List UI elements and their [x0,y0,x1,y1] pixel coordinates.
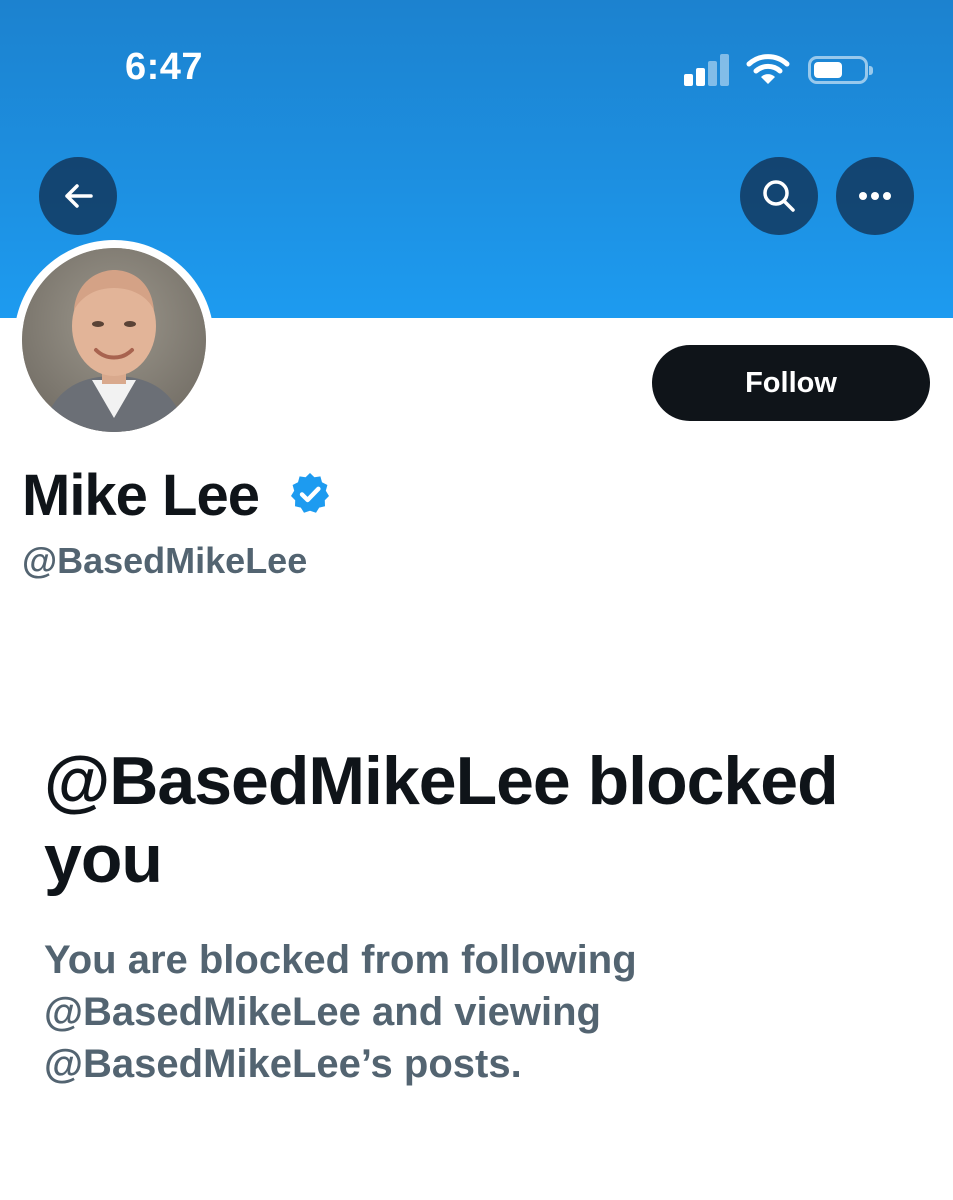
avatar-photo [22,248,206,432]
back-button[interactable] [39,157,117,235]
search-button[interactable] [740,157,818,235]
wifi-icon [746,54,790,84]
verified-badge-icon [291,473,329,513]
more-button[interactable] [836,157,914,235]
follow-button[interactable]: Follow [652,345,930,421]
arrow-left-icon [65,184,93,208]
battery-icon [808,56,873,84]
search-icon [763,180,795,212]
blocked-title: @BasedMikeLee blocked you [44,743,839,897]
avatar[interactable] [14,240,214,440]
status-icons [680,52,880,92]
cellular-signal-icon [680,52,732,86]
more-horizontal-icon [859,192,891,200]
profile-handle: @BasedMikeLee [22,540,308,581]
blocked-description: You are blocked from following @BasedMik… [44,938,637,1086]
display-name: Mike Lee [22,463,260,528]
status-time: 6:47 [125,46,204,88]
